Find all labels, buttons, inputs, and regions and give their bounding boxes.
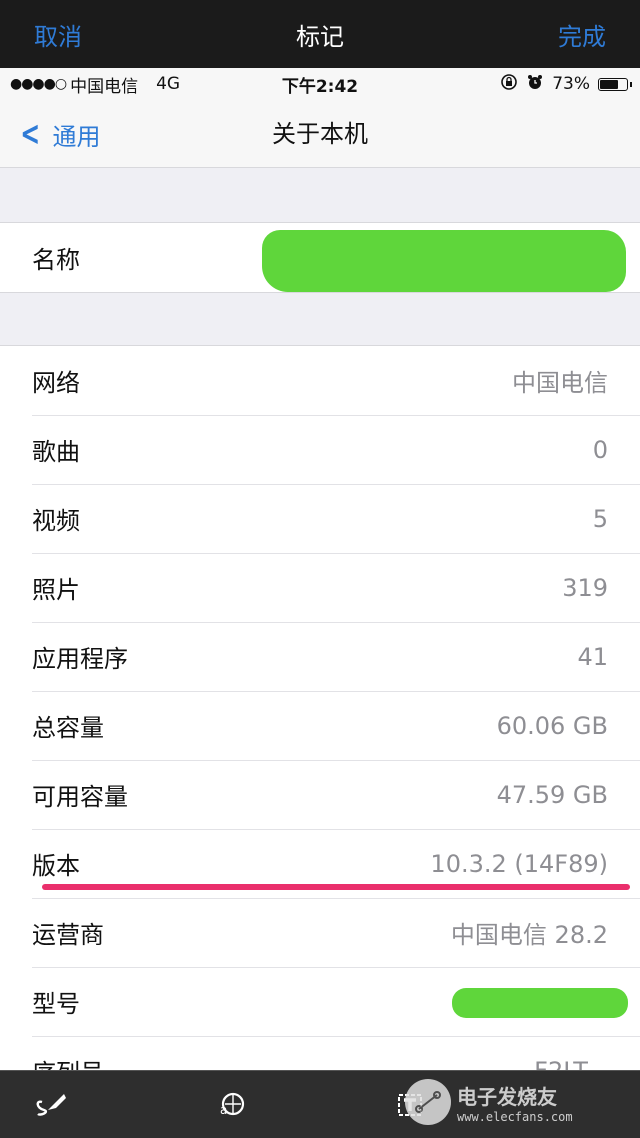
network-row: 网络 中国电信	[0, 346, 640, 415]
magnifier-icon[interactable]: a	[214, 1087, 250, 1123]
navigation-bar: < 通用 关于本机	[0, 100, 640, 168]
row-label: 型号	[32, 990, 80, 1018]
battery-tip	[630, 81, 632, 87]
green-redaction-name[interactable]	[262, 230, 626, 292]
carrier-row: 运营商 中国电信 28.2	[0, 898, 640, 967]
watermark-url: www.elecfans.com	[457, 1109, 573, 1124]
watermark: 电子发烧友 www.elecfans.com	[405, 1079, 573, 1125]
signature-pen-icon[interactable]	[34, 1087, 70, 1123]
battery-percent: 73%	[552, 74, 590, 94]
row-label: 照片	[32, 576, 80, 604]
alarm-icon	[526, 73, 544, 96]
row-label: 总容量	[32, 714, 104, 742]
page-title: 关于本机	[272, 120, 368, 148]
markup-toolbar: a 电子发烧友 www.elecfans.com	[0, 1070, 640, 1138]
capacity-row: 总容量 60.06 GB	[0, 691, 640, 760]
battery-icon	[598, 77, 628, 91]
applications-row: 应用程序 41	[0, 622, 640, 691]
available-row: 可用容量 47.59 GB	[0, 760, 640, 829]
row-value: 5	[592, 504, 608, 533]
row-label: 名称	[32, 246, 80, 274]
row-value: 319	[562, 573, 608, 602]
songs-row: 歌曲 0	[0, 415, 640, 484]
row-label: 版本	[32, 852, 80, 880]
watermark-logo-icon	[405, 1079, 451, 1125]
done-button[interactable]: 完成	[524, 17, 640, 52]
photos-row: 照片 319	[0, 553, 640, 622]
row-label: 应用程序	[32, 645, 128, 673]
row-value: 中国电信	[512, 369, 608, 397]
watermark-name: 电子发烧友	[457, 1084, 557, 1109]
row-label: 视频	[32, 507, 80, 535]
svg-text:a: a	[220, 1103, 227, 1117]
row-value: 60.06 GB	[496, 711, 608, 740]
row-label: 网络	[32, 369, 80, 397]
row-value: 41	[577, 642, 608, 671]
row-value: 0	[592, 435, 608, 464]
cancel-button[interactable]: 取消	[0, 17, 116, 52]
markup-top-bar: 标记 取消 完成	[0, 0, 640, 68]
row-value: 10.3.2 (14F89)	[430, 849, 608, 878]
row-label: 运营商	[32, 921, 104, 949]
pink-underline-version[interactable]	[42, 884, 630, 890]
status-bar: ●●●●○ 中国电信 4G 下午2:42 73%	[0, 68, 640, 100]
row-value: 中国电信 28.2	[450, 921, 608, 949]
row-label: 可用容量	[32, 783, 128, 811]
videos-row: 视频 5	[0, 484, 640, 553]
green-redaction-model[interactable]	[452, 988, 628, 1018]
row-value: 47.59 GB	[496, 780, 608, 809]
row-label: 歌曲	[32, 438, 80, 466]
orientation-lock-icon	[500, 73, 518, 96]
battery-fill	[600, 79, 618, 89]
